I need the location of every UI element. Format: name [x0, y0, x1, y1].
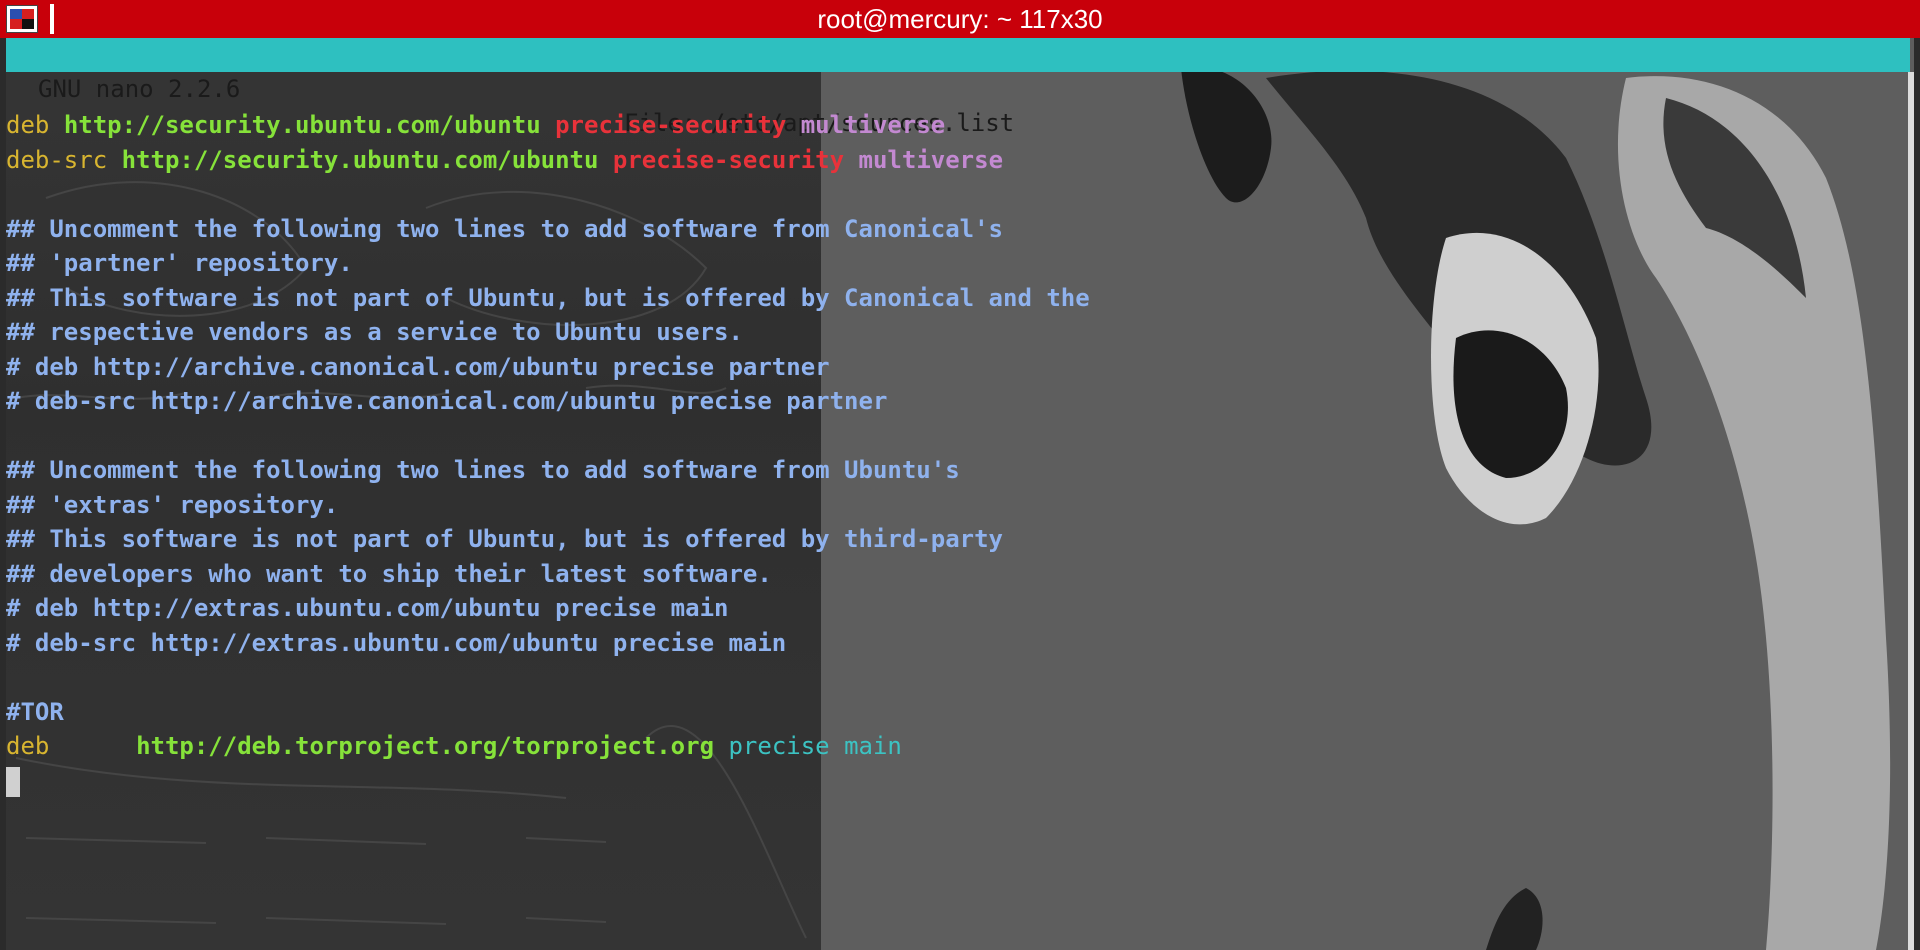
source-keyword: deb-src [6, 145, 108, 174]
comment-text: ## developers who want to ship their lat… [6, 559, 772, 588]
comment-text: #TOR [6, 697, 64, 726]
editor-line[interactable]: ## 'partner' repository. [6, 246, 1090, 281]
source-url: http://deb.torproject.org/torproject.org [136, 732, 715, 760]
editor-line[interactable]: deb-src http://security.ubuntu.com/ubunt… [6, 143, 1090, 178]
editor-line[interactable]: deb http://security.ubuntu.com/ubuntu pr… [6, 108, 1090, 143]
editor-line[interactable]: deb http://deb.torproject.org/torproject… [6, 729, 1090, 764]
editor-line[interactable]: # deb http://archive.canonical.com/ubunt… [6, 350, 1090, 385]
source-gap [49, 732, 121, 760]
comment-text: # deb-src http://extras.ubuntu.com/ubunt… [6, 628, 787, 657]
editor-line[interactable]: ## This software is not part of Ubuntu, … [6, 522, 1090, 557]
terminal-app-icon[interactable] [6, 5, 38, 33]
terminal-view[interactable]: GNU nano 2.2.6 File: /etc/apt/sources.li… [6, 38, 1914, 950]
editor-line[interactable] [6, 660, 1090, 695]
titlebar-divider [50, 4, 54, 34]
editor-line[interactable]: ## Uncomment the following two lines to … [6, 453, 1090, 488]
editor-line[interactable]: ## respective vendors as a service to Ub… [6, 315, 1090, 350]
source-component: multiverse [858, 145, 1004, 174]
comment-text: ## Uncomment the following two lines to … [6, 214, 1003, 243]
terminal-right-edge [1908, 72, 1914, 950]
comment-text: ## respective vendors as a service to Ub… [6, 318, 743, 346]
editor-line[interactable] [6, 177, 1090, 212]
editor-line[interactable]: ## Uncomment the following two lines to … [6, 212, 1090, 247]
comment-text: ## This software is not part of Ubuntu, … [6, 525, 1003, 553]
editor-line[interactable] [6, 419, 1090, 454]
window-title: root@mercury: ~ 117x30 [817, 4, 1103, 34]
editor-line[interactable]: ## developers who want to ship their lat… [6, 557, 1090, 592]
editor-line[interactable]: ## 'extras' repository. [6, 488, 1090, 523]
source-keyword: deb [6, 732, 50, 760]
comment-text: ## 'extras' repository. [6, 490, 339, 519]
comment-text: # deb-src http://archive.canonical.com/u… [6, 387, 888, 415]
editor-line[interactable]: #TOR [6, 695, 1090, 730]
comment-text: ## This software is not part of Ubuntu, … [6, 283, 1090, 312]
source-suite: precise main [728, 732, 902, 760]
editor-line[interactable]: # deb-src http://extras.ubuntu.com/ubunt… [6, 626, 1090, 661]
nano-header-bar: GNU nano 2.2.6 File: /etc/apt/sources.li… [6, 38, 1910, 137]
editor-line[interactable]: ## This software is not part of Ubuntu, … [6, 281, 1090, 316]
editor-line[interactable] [6, 764, 1090, 799]
source-url: http://security.ubuntu.com/ubuntu [63, 111, 541, 139]
source-component: multiverse [800, 111, 946, 139]
comment-text: # deb http://extras.ubuntu.com/ubuntu pr… [6, 594, 729, 622]
editor-line[interactable]: # deb http://extras.ubuntu.com/ubuntu pr… [6, 591, 1090, 626]
comment-text: ## Uncomment the following two lines to … [6, 456, 960, 484]
editor-buffer[interactable]: deb http://security.ubuntu.com/ubuntu pr… [6, 108, 1090, 798]
editor-line[interactable]: # deb-src http://archive.canonical.com/u… [6, 384, 1090, 419]
nano-version: GNU nano 2.2.6 [38, 75, 241, 103]
source-url: http://security.ubuntu.com/ubuntu [121, 145, 599, 174]
source-suite: precise-security [612, 145, 845, 174]
source-suite: precise-security [555, 111, 787, 139]
comment-text: ## 'partner' repository. [6, 249, 353, 277]
comment-text: # deb http://archive.canonical.com/ubunt… [6, 352, 830, 381]
window-titlebar[interactable]: root@mercury: ~ 117x30 [0, 0, 1920, 38]
text-cursor [6, 766, 20, 797]
source-keyword: deb [6, 111, 50, 139]
